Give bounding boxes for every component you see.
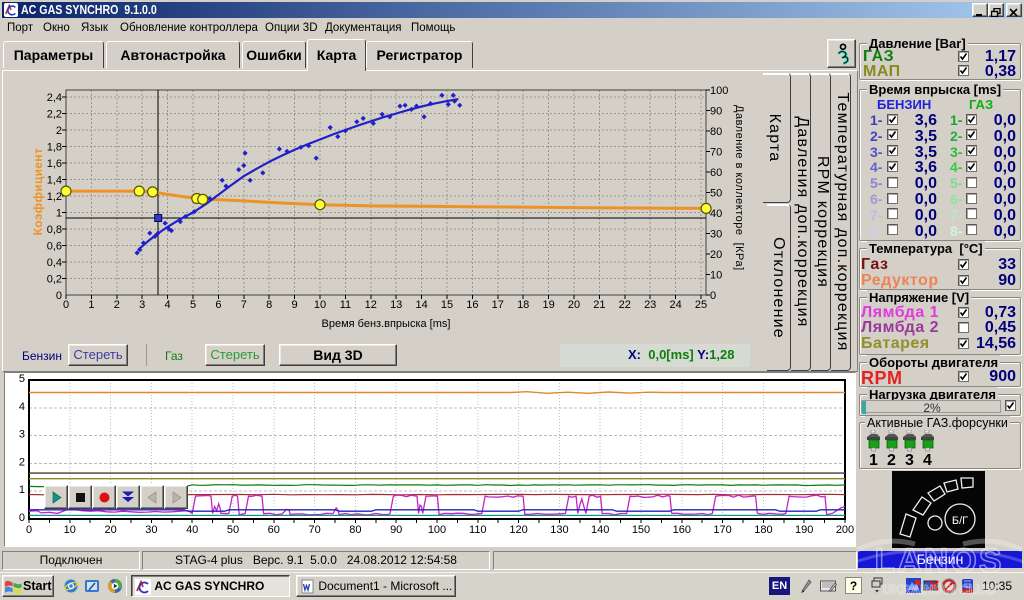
- svg-text:10: 10: [710, 270, 722, 282]
- svg-text:Б/Г: Б/Г: [952, 515, 968, 527]
- svg-text:0: 0: [19, 512, 25, 524]
- svg-text:17: 17: [492, 299, 504, 311]
- svg-text:7: 7: [241, 299, 247, 311]
- svg-text:0,4: 0,4: [47, 257, 62, 269]
- svg-text:40: 40: [186, 524, 198, 536]
- svg-text:120: 120: [509, 524, 527, 536]
- svg-text:190: 190: [795, 524, 813, 536]
- svg-text:20: 20: [568, 299, 580, 311]
- svg-text:50: 50: [710, 188, 722, 200]
- svg-text:13: 13: [390, 299, 402, 311]
- svg-text:0,8: 0,8: [47, 224, 62, 236]
- svg-text:22: 22: [619, 299, 631, 311]
- svg-text:80: 80: [349, 524, 361, 536]
- svg-text:12: 12: [365, 299, 377, 311]
- svg-text:4: 4: [19, 401, 25, 413]
- svg-text:2: 2: [114, 299, 120, 311]
- svg-text:30: 30: [145, 524, 157, 536]
- svg-text:100: 100: [710, 85, 728, 97]
- svg-text:70: 70: [308, 524, 320, 536]
- svg-text:6: 6: [215, 299, 221, 311]
- svg-text:15: 15: [441, 299, 453, 311]
- svg-text:Время бенз.впрыска [ms]: Время бенз.впрыска [ms]: [322, 318, 451, 330]
- svg-text:21: 21: [593, 299, 605, 311]
- svg-text:11: 11: [340, 299, 351, 311]
- svg-text:8: 8: [266, 299, 272, 311]
- svg-text:10: 10: [314, 299, 326, 311]
- svg-text:0,2: 0,2: [47, 274, 62, 286]
- svg-text:16: 16: [466, 299, 478, 311]
- svg-text:30: 30: [710, 229, 722, 241]
- svg-text:19: 19: [542, 299, 554, 311]
- svg-text:10: 10: [64, 524, 76, 536]
- svg-text:2,4: 2,4: [47, 92, 62, 104]
- svg-text:1: 1: [19, 484, 25, 496]
- svg-text:1,4: 1,4: [47, 175, 62, 187]
- svg-text:5: 5: [190, 299, 196, 311]
- svg-text:130: 130: [550, 524, 568, 536]
- svg-text:20: 20: [710, 249, 722, 261]
- svg-text:50: 50: [227, 524, 239, 536]
- svg-text:2: 2: [19, 456, 25, 468]
- svg-text:0: 0: [56, 290, 62, 302]
- svg-text:20: 20: [104, 524, 116, 536]
- svg-text:18: 18: [517, 299, 529, 311]
- svg-text:1,2: 1,2: [47, 191, 62, 203]
- svg-text:160: 160: [673, 524, 691, 536]
- svg-text:90: 90: [710, 106, 722, 118]
- svg-text:90: 90: [390, 524, 402, 536]
- svg-text:5: 5: [19, 373, 25, 385]
- svg-text:150: 150: [632, 524, 650, 536]
- svg-text:200: 200: [836, 524, 854, 536]
- svg-text:170: 170: [713, 524, 731, 536]
- svg-text:0: 0: [710, 290, 716, 302]
- svg-text:2: 2: [56, 125, 62, 137]
- svg-text:4: 4: [165, 299, 171, 311]
- svg-text:14: 14: [415, 299, 427, 311]
- svg-text:80: 80: [710, 126, 722, 138]
- svg-text:1,8: 1,8: [47, 142, 62, 154]
- svg-text:140: 140: [591, 524, 609, 536]
- svg-text:2,2: 2,2: [47, 109, 62, 121]
- svg-text:1: 1: [88, 299, 94, 311]
- svg-text:100: 100: [428, 524, 446, 536]
- svg-text:25: 25: [695, 299, 707, 311]
- svg-text:3: 3: [139, 299, 145, 311]
- svg-text:23: 23: [644, 299, 656, 311]
- svg-text:0,6: 0,6: [47, 241, 62, 253]
- svg-text:24: 24: [669, 299, 681, 311]
- svg-text:3: 3: [19, 429, 25, 441]
- svg-text:0: 0: [63, 299, 69, 311]
- svg-text:60: 60: [268, 524, 280, 536]
- svg-text:180: 180: [754, 524, 772, 536]
- svg-text:1: 1: [56, 208, 62, 220]
- svg-text:70: 70: [710, 147, 722, 159]
- svg-text:1,6: 1,6: [47, 158, 62, 170]
- svg-text:110: 110: [469, 524, 487, 536]
- svg-text:40: 40: [710, 208, 722, 220]
- svg-text:0: 0: [26, 524, 32, 536]
- svg-text:9: 9: [292, 299, 298, 311]
- svg-text:60: 60: [710, 167, 722, 179]
